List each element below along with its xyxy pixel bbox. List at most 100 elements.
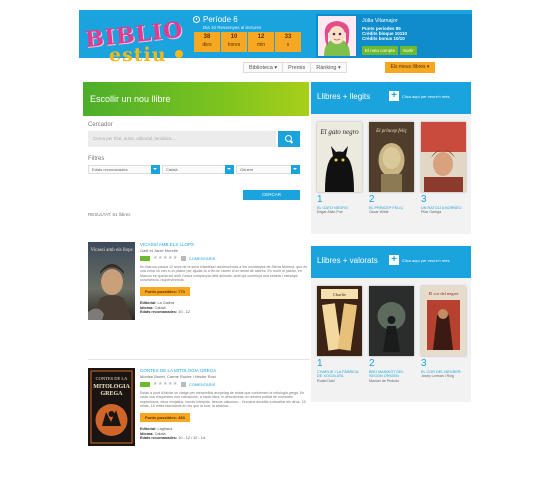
ranking-item[interactable]: El cor del negrer 3 EL COR DEL NEGRER Jo… [421, 286, 466, 379]
nav-library[interactable]: Biblioteca ▾ [243, 62, 283, 73]
book-author: Gaël et Janie Morelle [140, 248, 178, 253]
book-cover[interactable]: CONTES DE LA MITOLOGIA GREGA [88, 368, 135, 446]
book-title-link[interactable]: VICASSÍ AMB ELS LLOPS [140, 242, 310, 247]
svg-text:El gato negro: El gato negro [319, 128, 359, 136]
cercar-button[interactable]: CERCAR [243, 190, 300, 200]
ranking-item[interactable]: El gato negro 1 EL GATO NEGRO Edgar Alla… [317, 122, 362, 215]
book-meta: Editorial: Laghana Idioma: Català Edats … [140, 427, 206, 441]
period-title: Període 6 [203, 15, 238, 24]
svg-text:Vicassí amb els llops: Vicassí amb els llops [90, 248, 132, 253]
comments-link[interactable]: COMENTARIS [189, 256, 215, 261]
book-description: En Maroco passa 12 anys de la seva infan… [140, 265, 308, 282]
book-cover[interactable]: Vicassí amb els llops [88, 242, 135, 320]
ranking-top-rated: Llibres + valorats + Clica aquí per veur… [311, 246, 471, 402]
possible-points-button[interactable]: Punts possibles: 483 [140, 413, 190, 423]
nav-prizes[interactable]: Premis [282, 62, 311, 73]
book-cover[interactable] [421, 122, 466, 192]
level-badge [140, 382, 150, 387]
ranking-title: Llibres + valorats [317, 256, 378, 265]
choose-book-banner: Escollir un nou llibre [83, 82, 309, 116]
comment-icon [180, 256, 186, 261]
countdown-days: 38 dies [194, 32, 220, 52]
filter-language-select[interactable]: Català [162, 165, 234, 174]
my-books-button[interactable]: Els meus llibres ▾ [385, 62, 435, 73]
clock-icon [193, 16, 200, 23]
search-label: Cercador [88, 122, 113, 128]
star-rating[interactable]: ★★★★★ [153, 256, 178, 261]
search-button[interactable] [278, 131, 300, 147]
period-box: Període 6 Dia 10 Ressenyes al lectures 3… [193, 15, 311, 52]
book-cover[interactable]: El gato negro [317, 122, 362, 192]
ranking-title: Llibres + llegits [317, 92, 371, 101]
rank-number: 2 [369, 358, 375, 369]
svg-text:Charlie: Charlie [333, 292, 346, 297]
countdown-hours: 10 hores [221, 32, 247, 52]
ranking-item[interactable]: Charlie 1 CHARLIE I LA FÀBRICA DE XOCOLA… [317, 286, 362, 383]
ranking-item[interactable]: 2 BRÜ MANIKÓT DEL SEGON ORIGEN Manuel de… [369, 286, 414, 383]
book-list-item: Vicassí amb els llops VICASSÍ AMB ELS LL… [88, 242, 310, 350]
star-rating[interactable]: ★★★★★ [153, 382, 178, 387]
rank-number: 1 [317, 358, 323, 369]
book-cover[interactable]: El príncep feliç [369, 122, 414, 192]
countdown: 38 dies 10 hores 12 min 33 s [194, 32, 311, 52]
period-subtitle: Dia 10 Ressenyes al lectures [203, 25, 262, 30]
book-cover[interactable] [369, 286, 414, 356]
rank-book-title[interactable]: BRÜ MANIKÓT DEL SEGON ORIGEN [369, 370, 414, 379]
logo[interactable]: BIBLIO estiu [84, 17, 190, 70]
plus-icon[interactable]: + [389, 91, 399, 101]
my-account-button[interactable]: El meu compte [362, 46, 399, 55]
page: Període 6 Dia 10 Ressenyes al lectures 3… [79, 10, 472, 472]
comments-link[interactable]: COMENTARIS [189, 382, 215, 387]
user-stats: Punts periodes 85 Crèdits bloque 10110 C… [362, 26, 408, 41]
user-panel: Júlia Vilamajor Punts periodes 85 Crèdit… [316, 14, 472, 58]
possible-points-button[interactable]: Punts possibles: 773 [140, 287, 190, 297]
svg-text:El cor del negrer: El cor del negrer [428, 291, 459, 296]
book-title-link[interactable]: CONTES DE LA MITOLOGIA GREGA [140, 368, 310, 373]
plus-icon[interactable]: + [389, 255, 399, 265]
ranking-most-read: Llibres + llegits + Clica aquí per veure… [311, 82, 471, 234]
logout-button[interactable]: Sortir [400, 46, 417, 55]
countdown-minutes: 12 min [248, 32, 274, 52]
filter-genre-select[interactable]: Gènere [236, 165, 300, 174]
rank-book-author: Oscar Wilde [369, 210, 389, 215]
results-count: RESULTAT: 61 llibres [88, 212, 131, 217]
svg-text:GREGA: GREGA [100, 391, 123, 397]
rank-book-author: Manuel de Pedrolo [369, 378, 400, 383]
sun-icon [175, 50, 183, 58]
comment-icon [180, 382, 186, 387]
book-list-item: CONTES DE LA MITOLOGIA GREGA CONTES DE L… [88, 368, 310, 472]
svg-text:MITOLOGIA: MITOLOGIA [93, 384, 130, 390]
book-meta: Editorial: La Galera Idioma: Català Edat… [140, 301, 191, 315]
chevron-down-icon [151, 165, 160, 174]
book-cover[interactable]: Charlie [317, 286, 362, 356]
avatar[interactable] [318, 16, 356, 56]
book-author: Montse Bonet, Carme Roche i Hèctor Rosi [140, 374, 216, 379]
rank-book-author: Pilar Garriga [421, 210, 442, 215]
ranking-item[interactable]: El príncep feliç 2 EL PRÍNCEP FELIÇ Osca… [369, 122, 414, 215]
section-title: Escollir un nou llibre [90, 94, 171, 104]
svg-text:CONTES DE LA: CONTES DE LA [96, 376, 128, 381]
rank-book-title[interactable]: CHARLIE I LA FÀBRICA DE XOCOLATA [317, 370, 362, 379]
book-cover[interactable]: El cor del negrer [421, 286, 466, 356]
chevron-down-icon [291, 165, 300, 174]
see-more-link[interactable]: Clica aquí per veure'n més [402, 258, 449, 263]
filter-ages-select[interactable]: Edats recomanades [88, 165, 160, 174]
rank-book-author: Josep Lorman i Roig [421, 374, 454, 379]
filters-label: Filtres [88, 156, 105, 162]
book-description: Estàs a punt d'iniciar un viatge per mer… [140, 391, 306, 408]
see-more-link[interactable]: Clica aquí per veure'n més [402, 94, 449, 99]
level-badge [140, 256, 150, 261]
rank-number: 3 [421, 194, 427, 205]
search-input[interactable]: Cerca per títol, autor, editorial, temàt… [88, 131, 276, 147]
rank-number: 2 [369, 194, 375, 205]
user-name: Júlia Vilamajor [362, 18, 398, 24]
rank-number: 1 [317, 194, 323, 205]
countdown-seconds: 33 s [275, 32, 301, 52]
rank-book-author: Edgar Allan Poe [317, 210, 343, 215]
main-nav: Biblioteca ▾ Premis Rànking ▾ [243, 62, 347, 73]
chevron-down-icon [225, 165, 234, 174]
rank-number: 3 [421, 358, 427, 369]
rank-book-author: Roald Dahl [317, 378, 335, 383]
ranking-item[interactable]: 3 UN RATOLÍ A BORNEO Pilar Garriga [421, 122, 466, 215]
nav-ranking[interactable]: Rànking ▾ [310, 62, 347, 73]
